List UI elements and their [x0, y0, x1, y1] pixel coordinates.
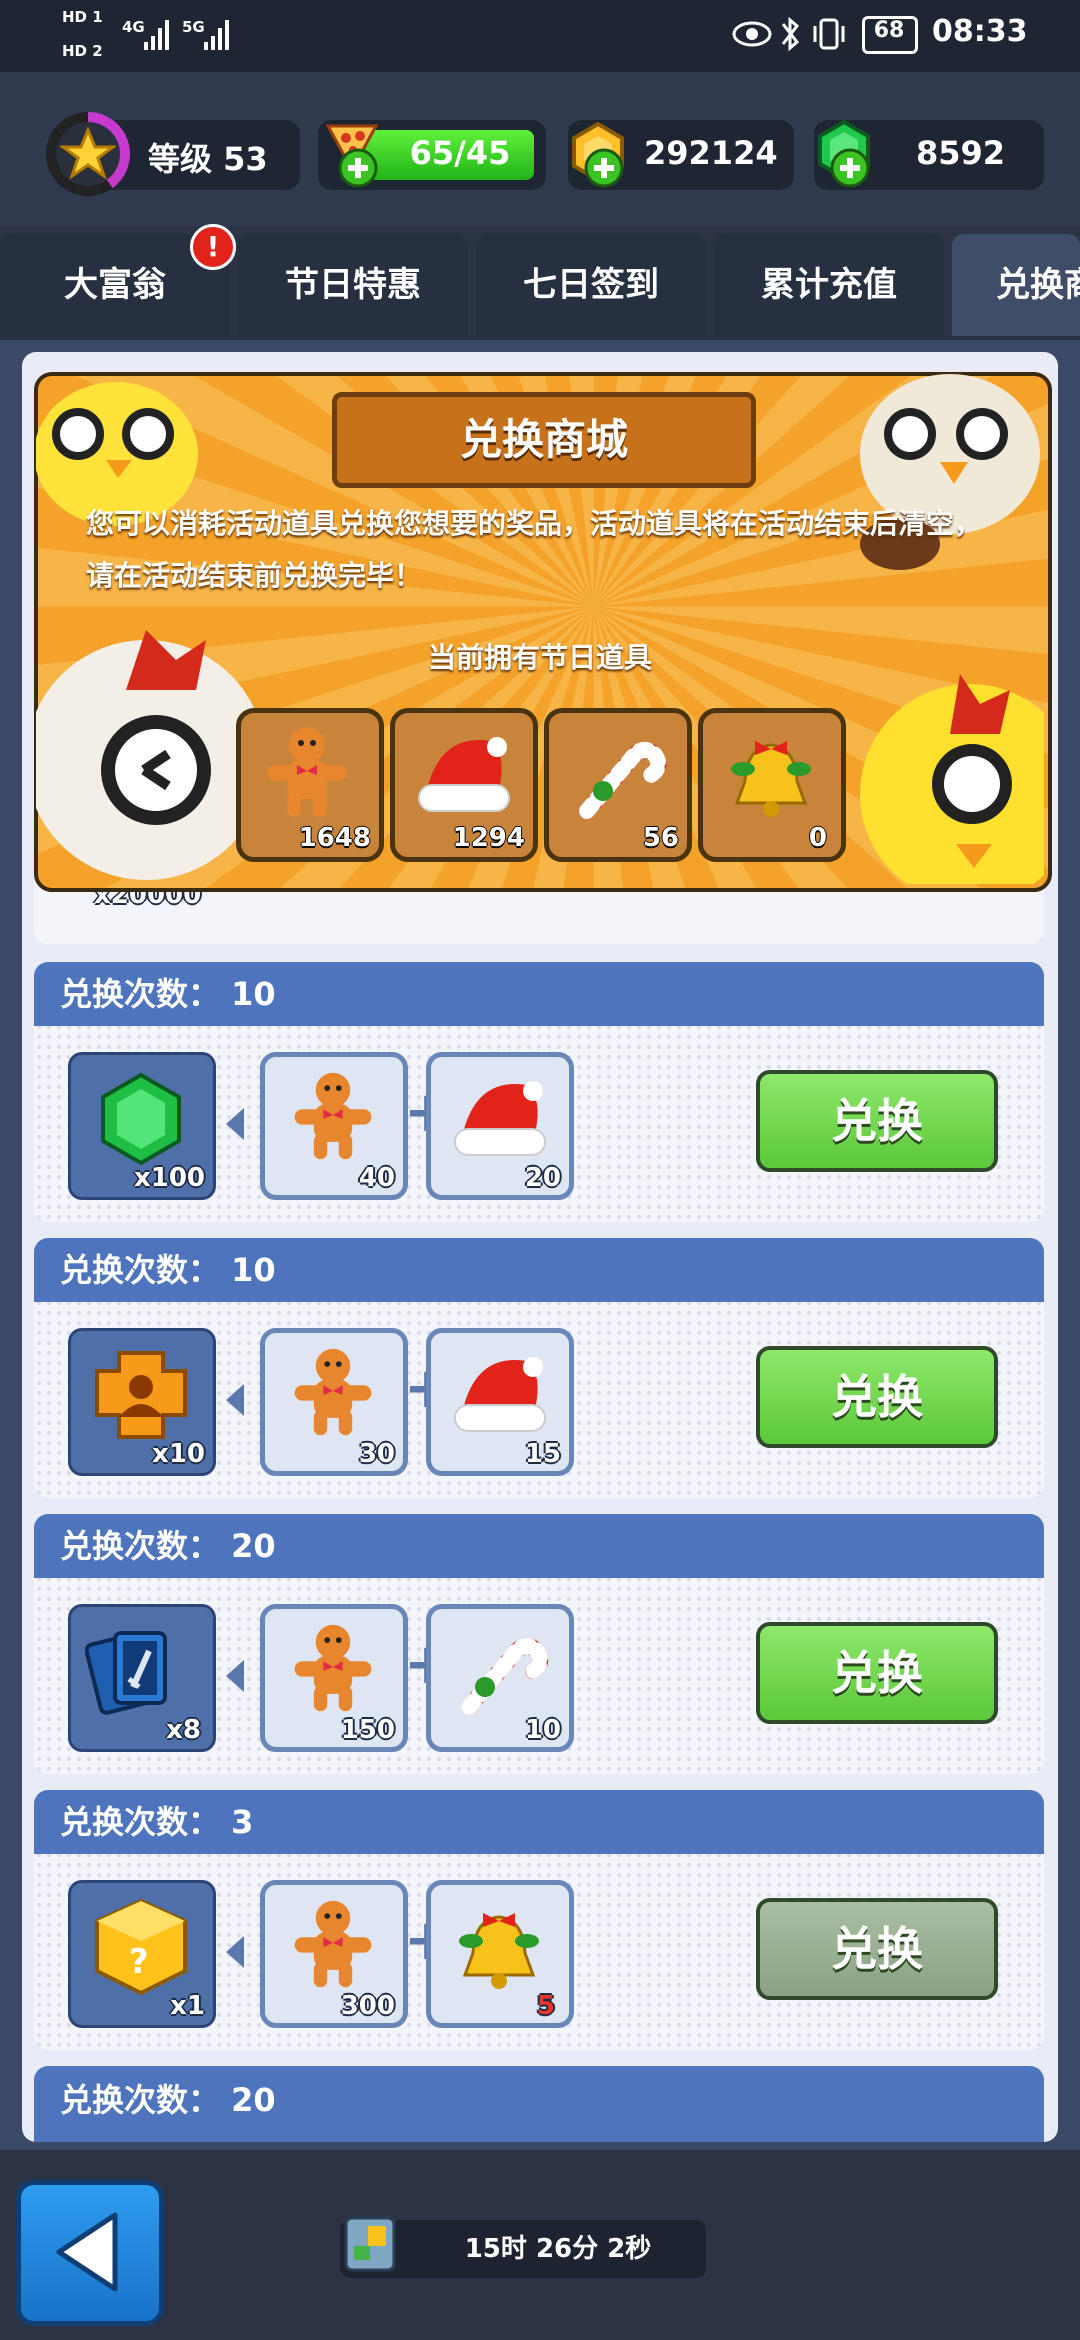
- cost-slot-santa-hat: 15: [426, 1328, 574, 1476]
- exchange-count: 兑换次数： 20: [60, 1527, 276, 1565]
- candy-cane-icon: [567, 725, 667, 829]
- gingerbread-icon: [285, 1895, 381, 1995]
- svg-text:?: ?: [129, 1942, 149, 1982]
- hourglass-icon: [340, 2212, 400, 2280]
- gingerbread-icon: [285, 1343, 381, 1443]
- star-icon: [58, 126, 118, 186]
- eye-icon: [732, 16, 772, 56]
- reward-qty: x10: [152, 1439, 205, 1469]
- clock: 08:33: [932, 14, 1028, 49]
- owned-candy-cane-slot: 56: [544, 708, 692, 862]
- weapon-cards-icon: [84, 1621, 195, 1725]
- cost-slot-gingerbread: 40: [260, 1052, 408, 1200]
- gingerbread-icon: [257, 721, 357, 825]
- vibrate-icon: [812, 14, 846, 58]
- reward-slot[interactable]: x10: [68, 1328, 216, 1476]
- countdown-text: 15时 26分 2秒: [464, 2234, 652, 2264]
- tab-cumulative-recharge[interactable]: 累计充值: [714, 234, 944, 336]
- owned-santa-hat-slot: 1294: [390, 708, 538, 862]
- gingerbread-icon: [285, 1619, 381, 1719]
- gold-value: 292124: [644, 134, 778, 172]
- reward-slot[interactable]: ? x1: [68, 1880, 216, 2028]
- tab-seven-day-checkin[interactable]: 七日签到: [476, 234, 706, 336]
- owned-items-label: 当前拥有节日道具: [427, 641, 652, 674]
- exchange-card: 兑换次数： 20 x8 150 + 10 兑换: [34, 1514, 1044, 1774]
- banner-description: 您可以消耗活动道具兑换您想要的奖品，活动道具将在活动结束后清空，请在活动结束前兑…: [86, 507, 983, 592]
- reward-slot[interactable]: x100: [68, 1052, 216, 1200]
- exchange-button[interactable]: 兑换: [756, 1346, 998, 1448]
- arrow-left-icon: [226, 1384, 244, 1416]
- santa-hat-icon: [447, 1071, 551, 1171]
- exchange-card: 兑换次数： 10 x10 30 + 15 兑换: [34, 1238, 1044, 1498]
- gingerbread-icon: [285, 1067, 381, 1167]
- reward-qty: x100: [133, 1163, 205, 1193]
- arrow-left-icon: [226, 1660, 244, 1692]
- cost-slot-santa-hat: 20: [426, 1052, 574, 1200]
- cost-slot-gingerbread: 30: [260, 1328, 408, 1476]
- exchange-count: 兑换次数： 20: [60, 2081, 276, 2119]
- chicken-mascot-icon-3: [860, 654, 1080, 904]
- bell-icon: [449, 1897, 549, 2001]
- cost-qty-insufficient: 5: [536, 1991, 555, 2021]
- cost-slot-gingerbread: 300: [260, 1880, 408, 2028]
- gem-value: 8592: [916, 134, 1006, 172]
- rooster-mascot-icon: [26, 590, 266, 884]
- energy-value: 65/45: [409, 134, 511, 172]
- cost-qty: 15: [524, 1439, 561, 1469]
- arrow-left-icon: [226, 1936, 244, 1968]
- cost-slot-candy-cane: 10: [426, 1604, 574, 1752]
- reward-qty: x8: [166, 1715, 201, 1745]
- owned-candy-cane-count: 56: [642, 823, 679, 853]
- bluetooth-icon: [778, 14, 802, 58]
- exchange-count: 兑换次数： 10: [60, 1251, 276, 1289]
- exchange-count: 兑换次数： 10: [60, 975, 276, 1013]
- bell-icon: [721, 725, 821, 829]
- gem-icon: [91, 1069, 191, 1173]
- tab-exchange-shop[interactable]: 兑换商: [952, 234, 1080, 336]
- cost-qty: 300: [340, 1991, 395, 2021]
- exchange-button-disabled[interactable]: 兑换: [756, 1898, 998, 2000]
- exchange-card: 兑换次数： 3 ? x1 300 + 5 兑换: [34, 1790, 1044, 2050]
- exchange-button[interactable]: 兑换: [756, 1070, 998, 1172]
- cost-slot-gingerbread: 150: [260, 1604, 408, 1752]
- owned-bell-slot: 0: [698, 708, 846, 862]
- arrow-left-icon: [226, 1108, 244, 1140]
- cost-qty: 20: [524, 1163, 561, 1193]
- cost-qty: 150: [340, 1715, 395, 1745]
- tab-alert-badge: !: [190, 224, 236, 270]
- signal-icon: [142, 18, 172, 54]
- tab-festival-deals[interactable]: 节日特惠: [238, 234, 468, 336]
- gold-plus-icon[interactable]: [584, 148, 624, 192]
- sim2-label: HD 2: [62, 42, 103, 60]
- mystery-box-icon: ?: [89, 1897, 193, 2001]
- avatar-frame-icon: [89, 1347, 193, 1447]
- owned-santa-hat-count: 1294: [452, 823, 525, 853]
- cost-qty: 40: [358, 1163, 395, 1193]
- gem-plus-icon[interactable]: [830, 148, 870, 192]
- cost-qty: 10: [524, 1715, 561, 1745]
- status-bar: HD 1 HD 2 4G 5G 68 08:33: [0, 0, 1080, 72]
- owned-gingerbread-slot: 1648: [236, 708, 384, 862]
- energy-plus-icon[interactable]: [338, 148, 378, 192]
- back-button[interactable]: [16, 2180, 164, 2326]
- exchange-button[interactable]: 兑换: [756, 1622, 998, 1724]
- exchange-card: 兑换次数： 10 x100 40 + 20 兑换: [34, 962, 1044, 1222]
- reward-slot[interactable]: x8: [68, 1604, 216, 1752]
- level-label: 等级 53: [148, 140, 268, 178]
- back-arrow-icon: [49, 2207, 129, 2301]
- cost-qty: 30: [358, 1439, 395, 1469]
- cost-slot-bell: 5: [426, 1880, 574, 2028]
- candy-cane-icon: [449, 1621, 549, 1725]
- owned-gingerbread-count: 1648: [298, 823, 371, 853]
- signal-icon-2: [202, 18, 232, 54]
- sim1-label: HD 1: [62, 8, 103, 26]
- santa-hat-icon: [447, 1347, 551, 1447]
- santa-hat-icon: [411, 727, 515, 827]
- exchange-count: 兑换次数： 3: [60, 1803, 254, 1841]
- battery-level: 68: [873, 18, 905, 43]
- banner-title: 兑换商城: [459, 415, 628, 464]
- reward-qty: x1: [170, 1991, 205, 2021]
- owned-bell-count: 0: [808, 823, 827, 853]
